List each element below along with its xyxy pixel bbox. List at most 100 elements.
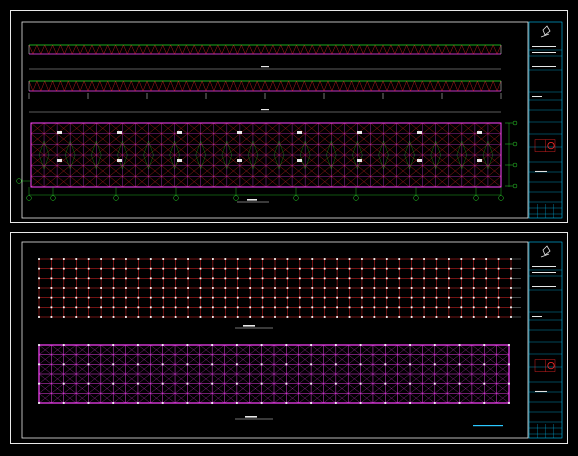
web-member: [389, 165, 397, 172]
node-marker: [137, 267, 140, 270]
red-seal-icon: [547, 142, 555, 150]
web-diagonal: [284, 80, 289, 92]
node-marker: [137, 287, 140, 289]
web-diagonal: [138, 80, 144, 92]
axis-bubble-icon: [113, 195, 119, 201]
web-member: [272, 176, 280, 182]
web-member: [442, 181, 449, 188]
web-member: [233, 170, 240, 177]
web-member: [226, 122, 234, 129]
web-member: [154, 165, 162, 172]
web-member: [363, 122, 371, 129]
web-member: [389, 160, 397, 166]
axis-bubble-icon: [473, 195, 479, 201]
web-member: [128, 149, 136, 156]
node-marker: [460, 287, 463, 289]
web-member: [220, 170, 227, 177]
stamp-box: [534, 359, 556, 372]
web-member: [154, 181, 162, 188]
web-member: [213, 170, 221, 177]
node-marker: [75, 306, 78, 309]
web-member: [252, 160, 260, 166]
web-member: [481, 160, 489, 166]
node-marker: [235, 363, 238, 366]
web-member: [187, 181, 195, 188]
web-member: [37, 160, 45, 166]
web-member: [76, 138, 84, 145]
web-diagonal: [60, 44, 65, 55]
web-member: [174, 170, 182, 177]
node-marker: [472, 267, 475, 270]
node-marker: [125, 316, 127, 318]
node-marker: [149, 296, 152, 299]
web-member: [337, 144, 345, 150]
web-diagonal: [315, 80, 321, 92]
node-marker: [186, 363, 189, 366]
web-member: [207, 181, 214, 188]
web-member: [337, 138, 345, 145]
node-marker: [348, 316, 351, 318]
title-block: [528, 241, 563, 439]
node-marker: [384, 382, 387, 385]
web-diagonal: [162, 44, 167, 55]
node-marker: [211, 316, 214, 318]
web-member: [76, 160, 84, 166]
web-member: [30, 160, 38, 166]
web-diagonal: [146, 44, 152, 55]
company-logo-icon: [540, 245, 551, 258]
drawing-sheet-2: [10, 232, 568, 444]
node-marker: [137, 402, 139, 404]
web-member: [305, 181, 312, 188]
web-member: [233, 181, 240, 188]
node-marker: [398, 316, 401, 318]
web-member: [115, 133, 123, 140]
web-member: [278, 133, 286, 140]
web-diagonal: [158, 44, 163, 55]
truss-elevation-top: [28, 44, 502, 70]
web-member: [174, 122, 182, 129]
node-marker: [348, 287, 351, 289]
sheet-2-canvas: [21, 241, 563, 439]
node-marker: [112, 306, 115, 309]
web-member: [63, 122, 71, 129]
node-marker: [161, 382, 164, 385]
web-member: [207, 176, 214, 182]
web-diagonal: [319, 44, 325, 55]
node-marker: [75, 296, 78, 299]
node-marker: [336, 277, 339, 280]
node-marker: [483, 402, 486, 404]
web-member: [239, 181, 247, 188]
web-member: [141, 176, 149, 182]
node-marker: [485, 287, 488, 289]
web-member: [396, 160, 404, 166]
node-marker: [235, 382, 238, 385]
web-member: [357, 181, 365, 188]
web-member: [292, 165, 299, 172]
web-member: [416, 144, 423, 150]
title-block-text: [532, 316, 542, 317]
web-diagonal: [410, 44, 415, 55]
web-member: [57, 133, 64, 140]
web-member: [350, 133, 358, 140]
web-member: [487, 170, 495, 177]
web-member: [233, 138, 240, 145]
web-member: [298, 181, 306, 188]
web-member: [305, 176, 312, 182]
web-member: [357, 176, 365, 182]
web-member: [128, 144, 136, 150]
web-member: [109, 176, 116, 182]
node-marker: [187, 258, 189, 260]
axis-bubble-icon: [512, 120, 518, 126]
web-member: [494, 122, 502, 129]
node-marker: [458, 363, 461, 366]
support-label: [117, 159, 122, 162]
node-marker: [311, 306, 314, 309]
web-member: [207, 128, 214, 134]
web-diagonal: [245, 80, 250, 92]
node-marker: [311, 296, 314, 299]
web-member: [331, 170, 338, 177]
web-member: [468, 170, 475, 177]
node-marker: [38, 344, 40, 346]
node-marker: [236, 296, 239, 299]
web-member: [57, 138, 64, 145]
